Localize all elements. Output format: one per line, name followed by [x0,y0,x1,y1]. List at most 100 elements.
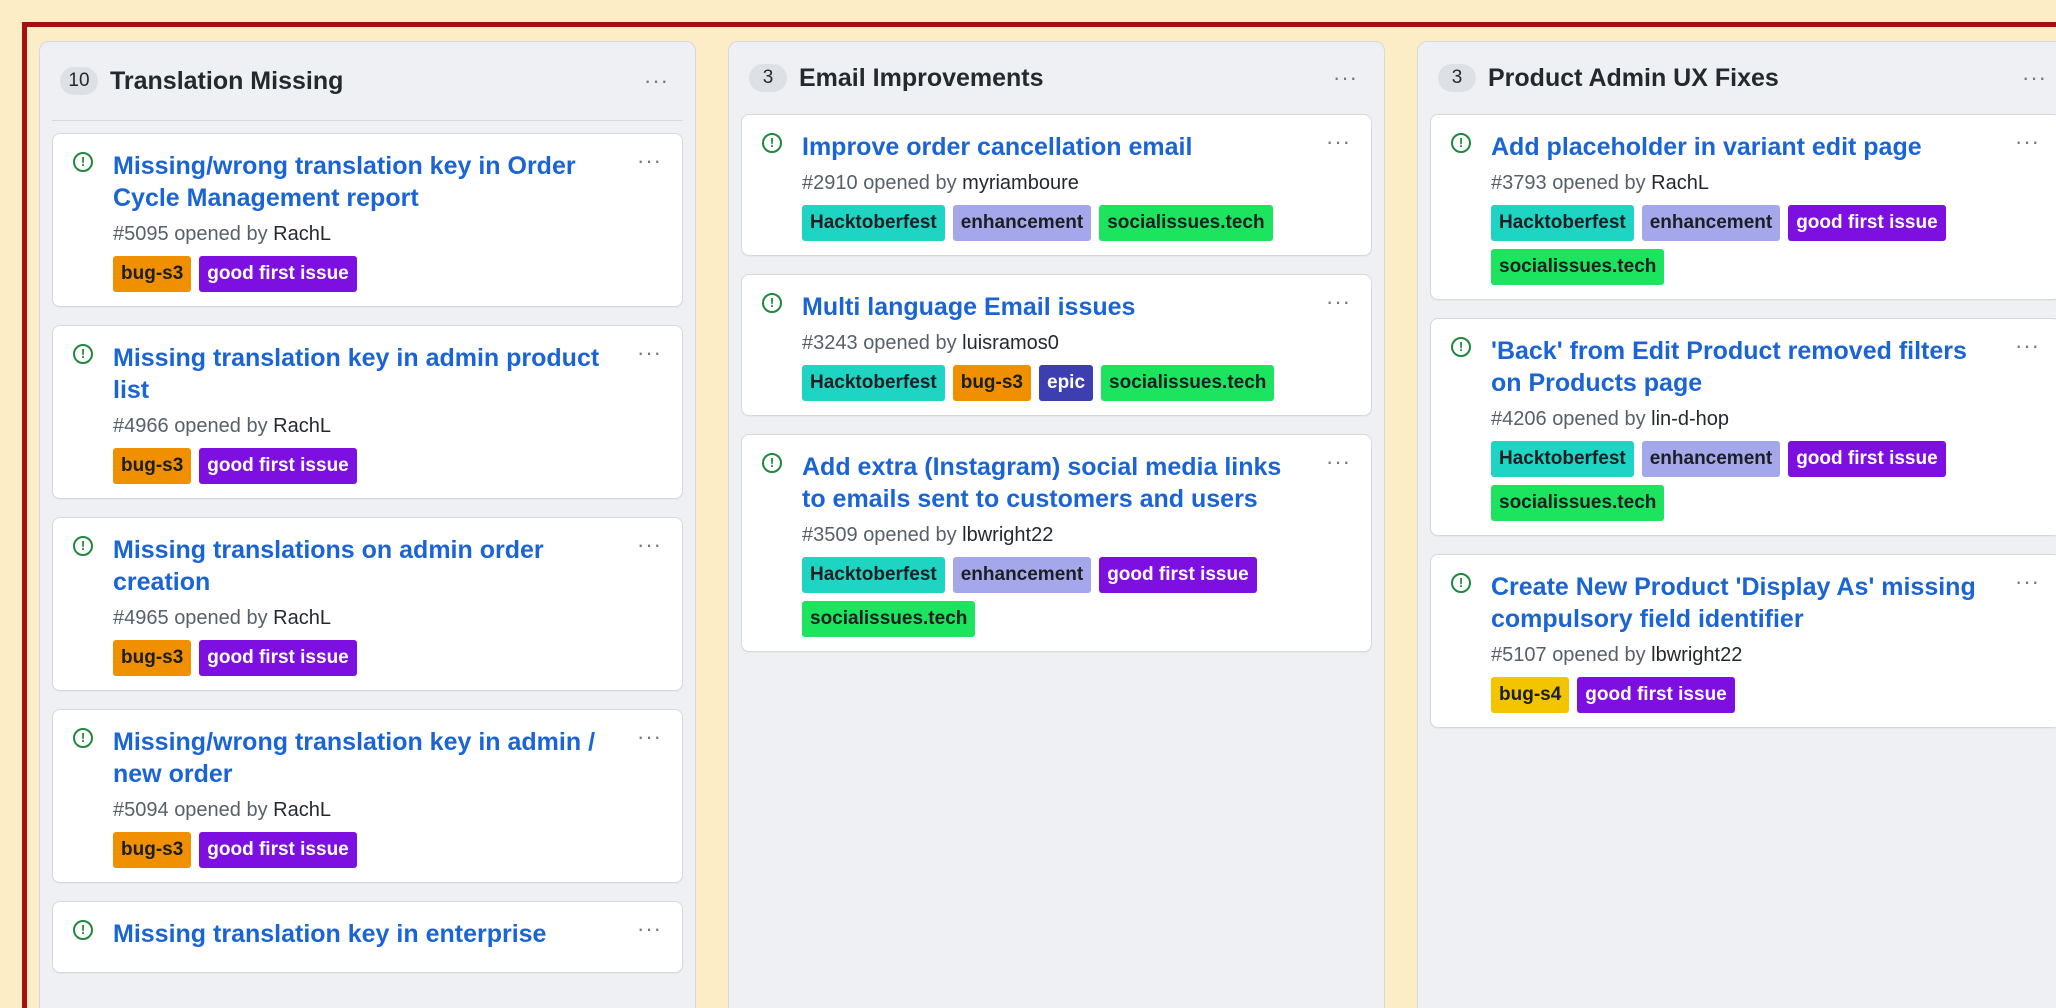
issue-opened-icon: ! [73,536,93,556]
issue-opened-icon: ! [73,152,93,172]
issue-card[interactable]: ! Improve order cancellation email ··· #… [741,114,1372,256]
issue-card[interactable]: ! Multi language Email issues ··· #3243 … [741,274,1372,416]
issue-label[interactable]: good first issue [199,256,357,292]
issue-card[interactable]: ! Missing/wrong translation key in admin… [52,709,683,883]
card-menu-icon[interactable]: ··· [1326,129,1351,155]
issue-label[interactable]: enhancement [952,205,1092,241]
issue-opened-icon: ! [1451,133,1471,153]
issue-author-link[interactable]: RachL [273,799,331,821]
issue-author-link[interactable]: luisramos0 [962,332,1059,354]
issue-opened-by: opened by [1552,644,1646,666]
issue-label[interactable]: socialissues.tech [1491,249,1665,285]
issue-card[interactable]: ! Add extra (Instagram) social media lin… [741,434,1372,652]
issue-label[interactable]: good first issue [1099,557,1257,593]
issue-label[interactable]: bug-s4 [1491,677,1570,713]
card-menu-icon[interactable]: ··· [2015,333,2040,359]
issue-label[interactable]: socialissues.tech [1491,485,1665,521]
card-menu-icon[interactable]: ··· [1326,289,1351,315]
issue-opened-by: opened by [174,607,268,629]
issue-author-link[interactable]: lin-d-hop [1651,408,1729,430]
issue-label[interactable]: Hacktoberfest [802,365,945,401]
issue-opened-by: opened by [1552,408,1646,430]
issue-label[interactable]: Hacktoberfest [802,205,945,241]
issue-label[interactable]: enhancement [952,557,1092,593]
column-menu-icon[interactable]: ··· [1333,65,1358,91]
issue-label[interactable]: socialissues.tech [1101,365,1275,401]
issue-label[interactable]: bug-s3 [113,640,192,676]
issue-meta: #4965 opened by RachL [113,604,662,632]
issue-opened-icon: ! [73,920,93,940]
issue-author-link[interactable]: lbwright22 [1651,644,1742,666]
card-menu-icon[interactable]: ··· [2015,569,2040,595]
issue-label[interactable]: bug-s3 [952,365,1031,401]
column-title: Product Admin UX Fixes [1488,63,1779,92]
issue-meta: #3793 opened by RachL [1491,169,2040,197]
issue-title-link[interactable]: Missing translation key in enterprise [113,918,602,950]
issue-labels: bug-s3 good first issue [113,832,662,868]
issue-labels: bug-s3 good first issue [113,448,662,484]
issue-title-link[interactable]: 'Back' from Edit Product removed filters… [1491,335,1980,399]
issue-author-link[interactable]: RachL [1651,172,1709,194]
issue-label[interactable]: good first issue [1788,205,1946,241]
issue-label[interactable]: good first issue [199,640,357,676]
issue-label[interactable]: bug-s3 [113,256,192,292]
issue-label[interactable]: Hacktoberfest [1491,441,1634,477]
column-menu-icon[interactable]: ··· [2022,65,2047,91]
column-cards: ! Improve order cancellation email ··· #… [741,114,1372,652]
card-menu-icon[interactable]: ··· [637,916,662,942]
issue-title-link[interactable]: Create New Product 'Display As' missing … [1491,571,1980,635]
issue-title-link[interactable]: Missing/wrong translation key in Order C… [113,150,602,214]
column-cards: ! Missing/wrong translation key in Order… [52,133,683,973]
issue-label[interactable]: good first issue [199,832,357,868]
issue-label[interactable]: bug-s3 [113,448,192,484]
issue-label[interactable]: Hacktoberfest [802,557,945,593]
card-menu-icon[interactable]: ··· [1326,449,1351,475]
column-header: 10 Translation Missing ··· [52,42,683,121]
board-column: 3 Product Admin UX Fixes ··· ! Add place… [1417,41,2056,1008]
card-menu-icon[interactable]: ··· [637,532,662,558]
issue-author-link[interactable]: myriamboure [962,172,1079,194]
card-menu-icon[interactable]: ··· [637,148,662,174]
issue-opened-by: opened by [174,415,268,437]
issue-title-link[interactable]: Add extra (Instagram) social media links… [802,451,1291,515]
column-card-count: 3 [1438,64,1476,92]
issue-label[interactable]: socialissues.tech [1099,205,1273,241]
issue-label[interactable]: socialissues.tech [802,601,976,637]
issue-label[interactable]: bug-s3 [113,832,192,868]
issue-card[interactable]: ! Missing translation key in enterprise … [52,901,683,973]
issue-label[interactable]: good first issue [199,448,357,484]
issue-title-link[interactable]: Missing translations on admin order crea… [113,534,602,598]
issue-opened-icon: ! [1451,573,1471,593]
issue-author-link[interactable]: lbwright22 [962,524,1053,546]
issue-card[interactable]: ! Missing translations on admin order cr… [52,517,683,691]
issue-card[interactable]: ! Create New Product 'Display As' missin… [1430,554,2056,728]
issue-author-link[interactable]: RachL [273,415,331,437]
issue-author-link[interactable]: RachL [273,607,331,629]
issue-number: #2910 [802,172,858,194]
issue-opened-by: opened by [863,524,957,546]
issue-labels: bug-s3 good first issue [113,256,662,292]
issue-label[interactable]: enhancement [1641,441,1781,477]
issue-meta: #5107 opened by lbwright22 [1491,641,2040,669]
issue-label[interactable]: good first issue [1577,677,1735,713]
issue-label[interactable]: Hacktoberfest [1491,205,1634,241]
issue-card[interactable]: ! Missing/wrong translation key in Order… [52,133,683,307]
issue-card[interactable]: ! Add placeholder in variant edit page ·… [1430,114,2056,300]
issue-author-link[interactable]: RachL [273,223,331,245]
issue-title-link[interactable]: Missing/wrong translation key in admin /… [113,726,602,790]
issue-title-link[interactable]: Improve order cancellation email [802,131,1291,163]
issue-title-link[interactable]: Add placeholder in variant edit page [1491,131,1980,163]
issue-number: #4966 [113,415,169,437]
issue-card[interactable]: ! 'Back' from Edit Product removed filte… [1430,318,2056,536]
card-menu-icon[interactable]: ··· [637,724,662,750]
card-menu-icon[interactable]: ··· [637,340,662,366]
issue-label[interactable]: good first issue [1788,441,1946,477]
issue-title-link[interactable]: Missing translation key in admin product… [113,342,602,406]
issue-card[interactable]: ! Missing translation key in admin produ… [52,325,683,499]
issue-label[interactable]: epic [1039,365,1094,401]
issue-meta: #2910 opened by myriamboure [802,169,1351,197]
column-menu-icon[interactable]: ··· [644,68,669,94]
issue-title-link[interactable]: Multi language Email issues [802,291,1291,323]
card-menu-icon[interactable]: ··· [2015,129,2040,155]
issue-label[interactable]: enhancement [1641,205,1781,241]
